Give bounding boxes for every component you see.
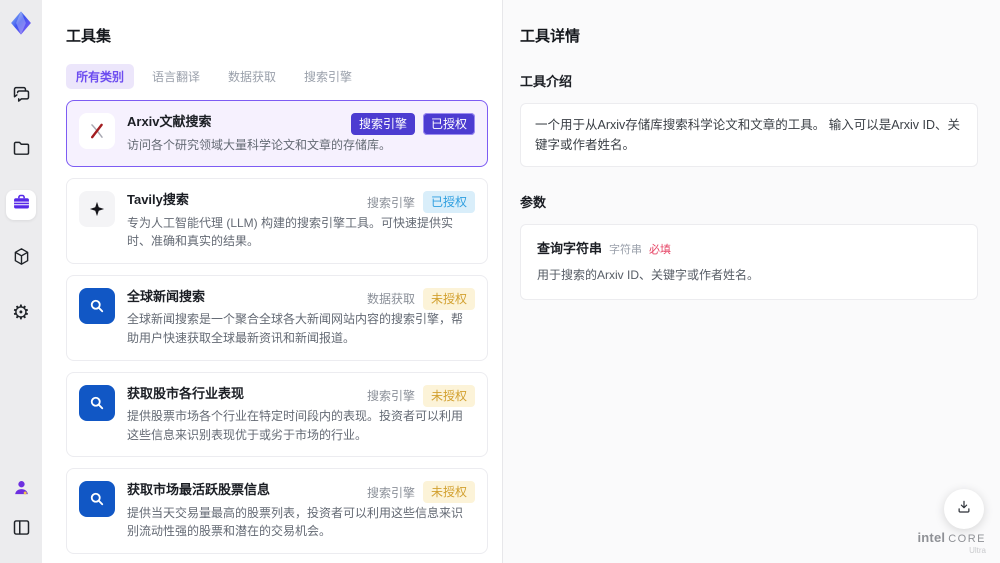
tool-description: 专为人工智能代理 (LLM) 构建的搜索引擎工具。可快速提供实时、准确和真实的结… — [127, 215, 454, 249]
category-tabs: 所有类别 语言翻译 数据获取 搜索引擎 — [66, 64, 502, 89]
tool-description: 提供股票市场各个行业在特定时间段内的表现。投资者可以利用这些信息来识别表现优于或… — [127, 409, 464, 442]
intro-heading: 工具介绍 — [520, 74, 573, 89]
page-title: 工具集 — [66, 28, 112, 45]
param-type: 字符串 — [609, 244, 643, 256]
left-rail: ⚙ — [0, 0, 42, 563]
tool-card-sector-performance[interactable]: 获取股市各行业表现 提供股票市场各个行业在特定时间段内的表现。投资者可以利用这些… — [66, 371, 488, 458]
param-description: 用于搜索的Arxiv ID、关键字或作者姓名。 — [537, 268, 760, 282]
auth-status-badge: 未授权 — [422, 287, 475, 310]
auth-status-badge: 已授权 — [422, 191, 475, 214]
params-heading: 参数 — [520, 195, 547, 210]
gear-icon: ⚙ — [12, 302, 30, 324]
sidebar-item-account[interactable] — [6, 475, 36, 505]
download-button[interactable] — [944, 489, 984, 529]
tool-card-tavily[interactable]: Tavily搜索 专为人工智能代理 (LLM) 构建的搜索引擎工具。可快速提供实… — [66, 178, 488, 264]
auth-status-badge: 未授权 — [422, 481, 475, 504]
stock-search-icon — [79, 481, 115, 518]
app-logo — [6, 10, 36, 40]
app-window: ⚙ 工具集 所有类别 语言翻译 数据获取 搜索引擎 Arxiv文献搜索 访问各个… — [0, 0, 1000, 563]
category-label: 搜索引擎 — [366, 485, 415, 500]
sidebar-item-chat[interactable] — [6, 82, 36, 112]
gem-logo-icon — [7, 9, 35, 42]
brand-intel-text: intel — [917, 530, 946, 545]
sidebar-item-settings[interactable]: ⚙ — [6, 298, 36, 328]
tool-list: Arxiv文献搜索 访问各个研究领域大量科学论文和文章的存储库。 搜索引擎 已授… — [66, 100, 488, 563]
tab-search-engine[interactable]: 搜索引擎 — [294, 64, 362, 89]
tool-card-active-stocks[interactable]: 获取市场最活跃股票信息 提供当天交易量最高的股票列表，投资者可以利用这些信息来识… — [66, 468, 488, 555]
briefcase-icon — [11, 192, 32, 218]
details-title: 工具详情 — [520, 28, 581, 45]
param-name: 查询字符串 — [537, 241, 603, 256]
tool-description: 访问各个研究领域大量科学论文和文章的存储库。 — [127, 137, 392, 152]
tool-card-global-news[interactable]: 全球新闻搜索 全球新闻搜索是一个聚合全球各大新闻网站内容的搜索引擎，帮助用户快速… — [66, 274, 488, 361]
tavily-star-icon — [79, 191, 115, 228]
brand-sub-text: Ultra — [969, 546, 986, 555]
rail-nav: ⚙ — [6, 82, 36, 328]
tool-intro-box: 一个用于从Arxiv存储库搜索科学论文和文章的工具。 输入可以是Arxiv ID… — [520, 103, 978, 167]
tool-description: 全球新闻搜索是一个聚合全球各大新闻网站内容的搜索引擎，帮助用户快速获取全球最新资… — [127, 312, 464, 346]
download-icon — [955, 498, 973, 521]
tools-panel: 工具集 所有类别 语言翻译 数据获取 搜索引擎 Arxiv文献搜索 访问各个研究… — [42, 0, 529, 563]
details-panel: 工具详情 工具介绍 一个用于从Arxiv存储库搜索科学论文和文章的工具。 输入可… — [503, 0, 1000, 563]
category-label: 数据获取 — [366, 292, 415, 307]
category-label: 搜索引擎 — [366, 389, 415, 404]
tool-description: 提供当天交易量最高的股票列表，投资者可以利用这些信息来识别流动性强的股票和潜在的… — [127, 505, 464, 539]
folder-icon — [11, 138, 32, 164]
stock-search-icon — [79, 384, 115, 421]
user-icon — [11, 477, 32, 503]
news-search-icon — [79, 287, 115, 324]
sidebar-item-panel-toggle[interactable] — [6, 515, 36, 545]
tool-card-arxiv[interactable]: Arxiv文献搜索 访问各个研究领域大量科学论文和文章的存储库。 搜索引擎 已授… — [66, 100, 488, 168]
sidebar-item-files[interactable] — [6, 136, 36, 166]
tab-data-fetching[interactable]: 数据获取 — [218, 64, 286, 89]
tab-language-translation[interactable]: 语言翻译 — [142, 64, 210, 89]
panel-icon — [11, 517, 32, 543]
param-required-badge: 必填 — [649, 244, 672, 256]
parameter-card: 查询字符串 字符串 必填 用于搜索的Arxiv ID、关键字或作者姓名。 — [520, 224, 978, 300]
intel-core-logo: intel CORE Ultra — [917, 530, 986, 555]
chat-icon — [11, 84, 32, 110]
auth-status-badge: 未授权 — [422, 384, 475, 407]
sidebar-item-packages[interactable] — [6, 244, 36, 274]
brand-core-text: CORE — [948, 533, 986, 545]
rail-bottom — [0, 475, 42, 545]
arxiv-logo-icon — [79, 113, 115, 149]
category-label: 搜索引擎 — [366, 195, 415, 210]
tool-intro-text: 一个用于从Arxiv存储库搜索科学论文和文章的工具。 输入可以是Arxiv ID… — [535, 118, 961, 152]
category-badge: 搜索引擎 — [350, 113, 415, 135]
cube-icon — [11, 246, 32, 272]
tab-all-categories[interactable]: 所有类别 — [66, 64, 135, 89]
sidebar-item-toolbox[interactable] — [6, 190, 36, 220]
auth-status-badge: 已授权 — [422, 113, 475, 135]
